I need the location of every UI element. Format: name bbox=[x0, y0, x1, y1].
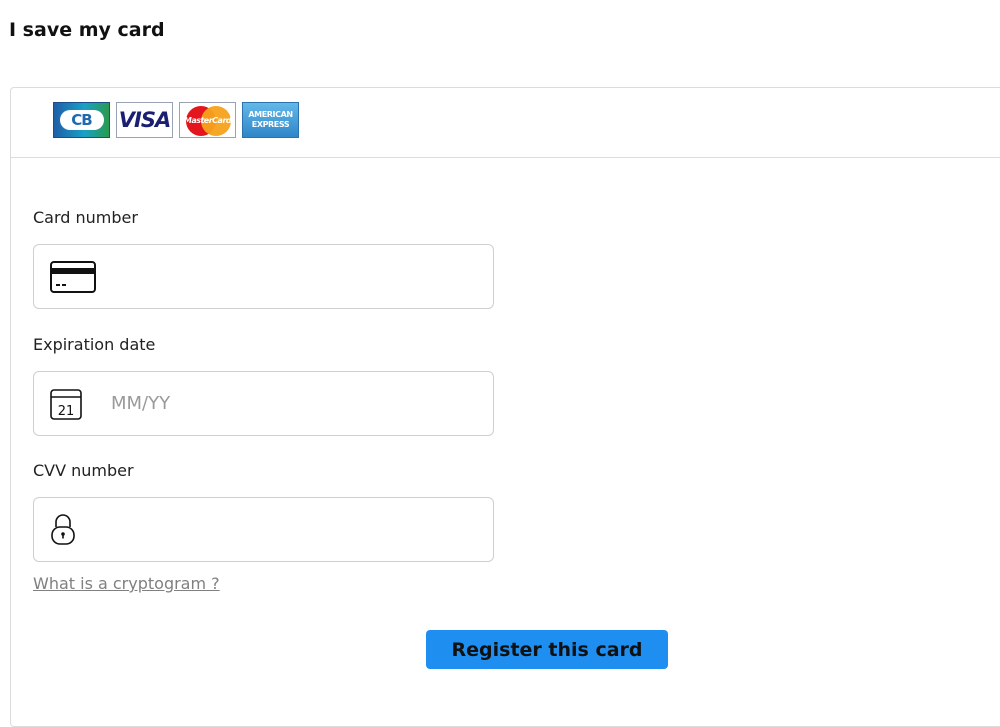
cryptogram-help-link[interactable]: What is a cryptogram ? bbox=[33, 574, 220, 593]
expiration-date-input[interactable] bbox=[111, 372, 481, 435]
credit-card-icon bbox=[49, 260, 97, 294]
expiration-date-label: Expiration date bbox=[33, 335, 156, 354]
cb-logo: CB bbox=[53, 102, 110, 138]
register-card-button[interactable]: Register this card bbox=[426, 630, 668, 669]
lock-icon bbox=[49, 513, 77, 547]
card-form-panel: CB VISA MasterCard AMERICAN EXPRESS Card… bbox=[10, 87, 1000, 727]
cvv-input[interactable] bbox=[111, 498, 481, 561]
cvv-field[interactable] bbox=[33, 497, 494, 562]
card-number-field[interactable] bbox=[33, 244, 494, 309]
card-number-input[interactable] bbox=[111, 245, 481, 308]
card-logos-bar: CB VISA MasterCard AMERICAN EXPRESS bbox=[11, 88, 1000, 158]
mastercard-logo: MasterCard bbox=[179, 102, 236, 138]
visa-logo: VISA bbox=[116, 102, 173, 138]
card-number-label: Card number bbox=[33, 208, 138, 227]
expiration-date-field[interactable]: 21 bbox=[33, 371, 494, 436]
cvv-label: CVV number bbox=[33, 461, 134, 480]
calendar-icon: 21 bbox=[49, 387, 83, 421]
accepted-cards: CB VISA MasterCard AMERICAN EXPRESS bbox=[53, 102, 299, 138]
page-title: I save my card bbox=[9, 19, 165, 41]
amex-logo: AMERICAN EXPRESS bbox=[242, 102, 299, 138]
svg-text:21: 21 bbox=[58, 404, 75, 419]
